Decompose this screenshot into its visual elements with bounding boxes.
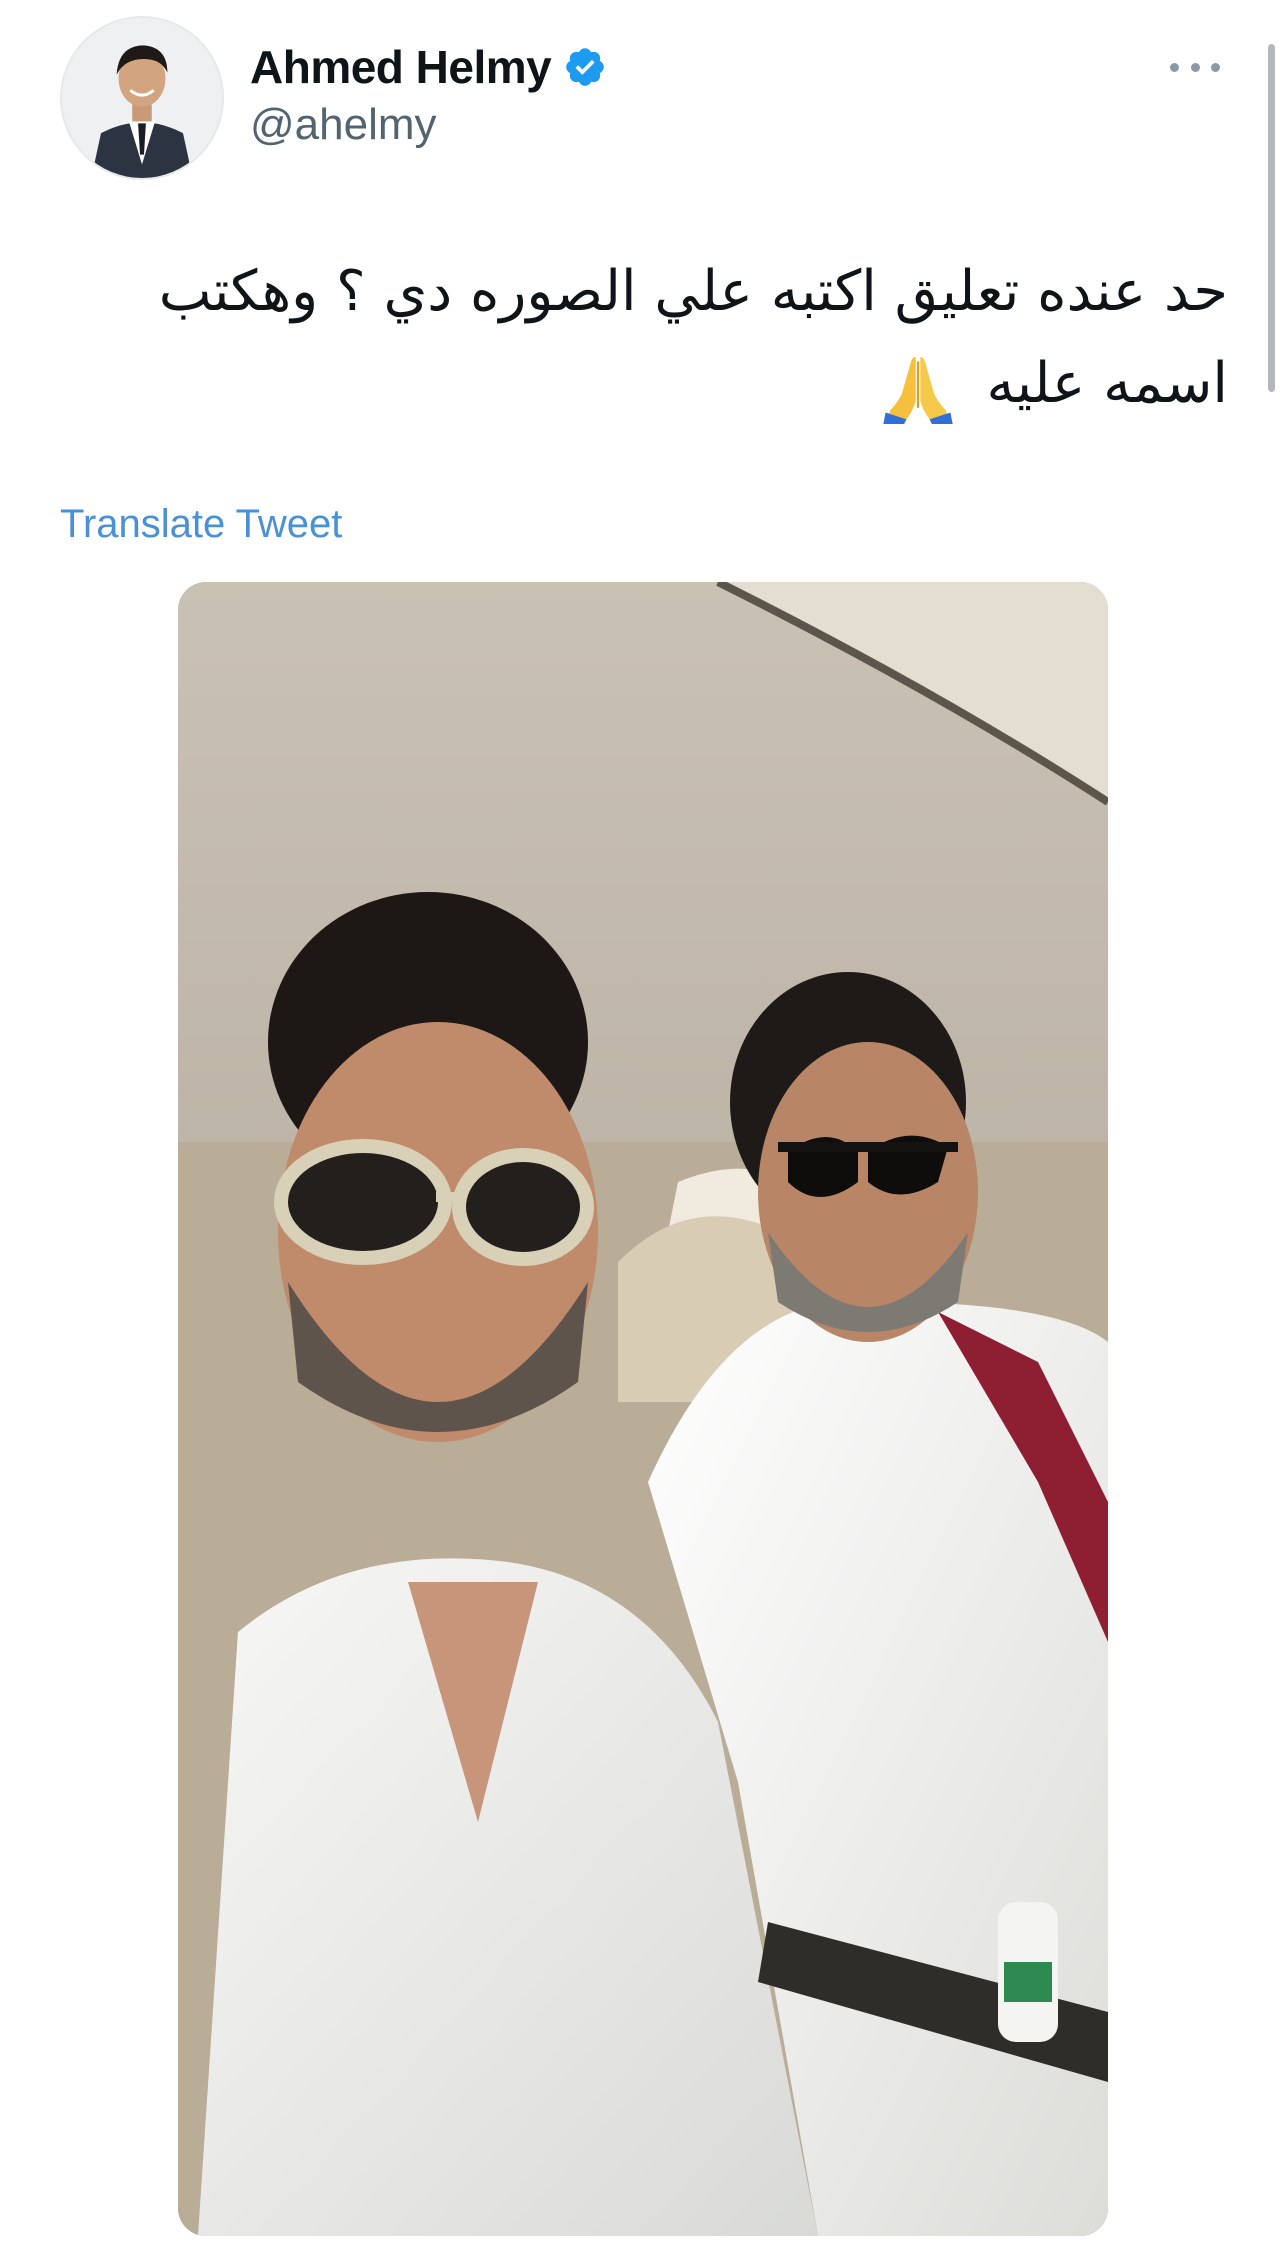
more-dot	[1170, 62, 1179, 72]
more-dot	[1211, 62, 1220, 72]
translate-tweet-link[interactable]: Translate Tweet	[60, 502, 342, 547]
tweet-text-body: حد عنده تعليق اكتبه علي الصوره دي ؟ وهكت…	[158, 259, 1228, 416]
folded-hands-icon	[882, 356, 953, 424]
tweet-photo[interactable]	[178, 582, 1108, 2236]
verified-badge-icon	[566, 48, 605, 86]
author-name-row: Ahmed Helmy	[250, 40, 607, 94]
author-handle[interactable]: @ahelmy	[250, 100, 437, 150]
tweet-text: حد عنده تعليق اكتبه علي الصوره دي ؟ وهكت…	[60, 246, 1228, 430]
tweet-author-avatar[interactable]	[60, 16, 224, 180]
photo	[178, 582, 1108, 2236]
more-options-icon[interactable]	[1170, 52, 1220, 82]
author-display-name[interactable]: Ahmed Helmy	[250, 40, 552, 94]
avatar-image	[62, 18, 222, 178]
scrollbar[interactable]	[1268, 44, 1275, 392]
more-dot	[1190, 62, 1200, 72]
